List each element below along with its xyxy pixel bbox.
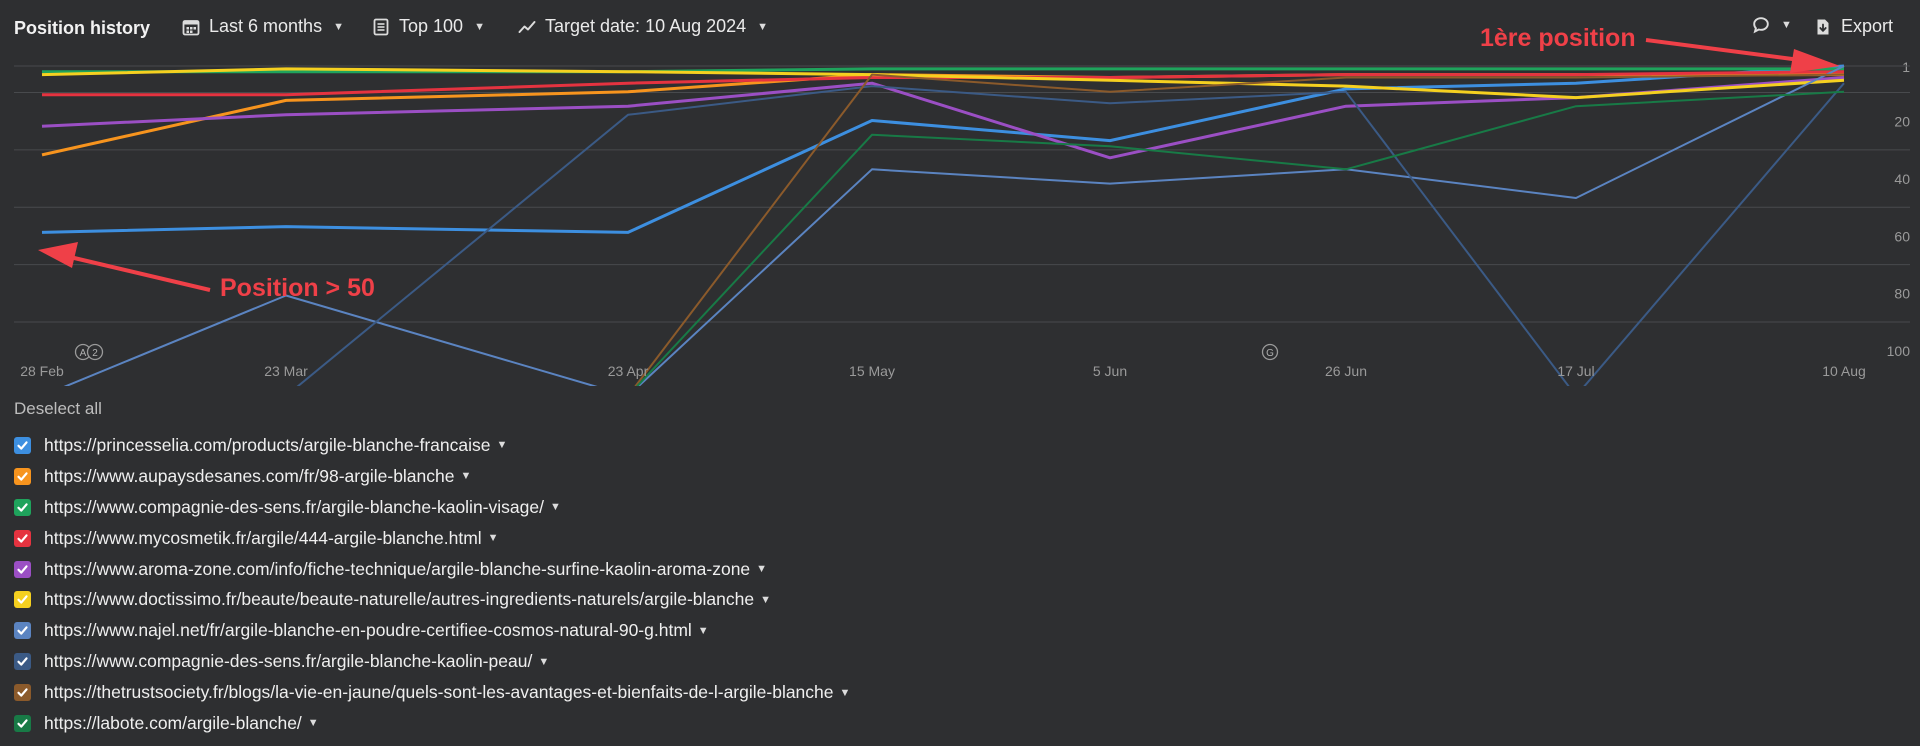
chart-svg: 1 20 40 60 80 100 28 Feb 23 Mar 23 Apr 15 May 5 Ju… [14, 59, 1911, 397]
check-icon [17, 626, 28, 635]
event-marker-label: 2 [92, 348, 98, 359]
chevron-down-icon: ▼ [474, 20, 485, 33]
check-icon [17, 503, 28, 512]
target-date-dropdown[interactable]: Target date: 10 Aug 2024 ▼ [518, 16, 768, 37]
x-tick-label: 10 Aug [1822, 363, 1866, 379]
series-checkbox[interactable] [14, 467, 31, 485]
legend-url[interactable]: https://www.doctissimo.fr/beaute/beaute-… [44, 589, 754, 610]
period-label: Last 6 months [209, 16, 323, 36]
series-checkbox[interactable] [14, 529, 31, 547]
chevron-down-icon[interactable]: ▼ [698, 625, 709, 637]
check-icon [17, 564, 28, 574]
legend-item[interactable]: https://www.najel.net/fr/argile-blanche-… [14, 615, 850, 646]
y-tick-label: 80 [1894, 286, 1910, 302]
legend-item[interactable]: https://www.compagnie-des-sens.fr/argile… [14, 646, 850, 677]
series-checkbox[interactable] [14, 591, 31, 609]
check-icon [17, 595, 28, 605]
legend-item[interactable]: https://www.doctissimo.fr/beaute/beaute-… [14, 584, 850, 615]
y-tick-label: 60 [1894, 228, 1910, 244]
chevron-down-icon[interactable]: ▼ [461, 470, 472, 482]
y-tick-label: 40 [1894, 171, 1910, 187]
chevron-down-icon[interactable]: ▼ [550, 501, 561, 513]
x-tick-label: 23 Mar [264, 363, 308, 379]
series-checkbox[interactable] [14, 684, 31, 702]
export-label: Export [1841, 16, 1894, 36]
page-title: Position history [14, 18, 151, 38]
table-icon [373, 18, 389, 35]
event-marker-label: A [80, 348, 87, 359]
comments-dropdown[interactable]: ▼ [1752, 16, 1792, 34]
chevron-down-icon[interactable]: ▼ [308, 717, 319, 729]
series-checkbox[interactable] [14, 653, 31, 671]
target-date-label: Target date: 10 Aug 2024 [545, 16, 747, 36]
export-button[interactable]: Export [1814, 16, 1893, 37]
check-icon [17, 688, 28, 697]
series-line [42, 90, 1845, 397]
deselect-all-link[interactable]: Deselect all [14, 399, 102, 419]
check-icon [17, 441, 28, 450]
check-icon [17, 719, 28, 728]
calendar-icon [182, 19, 200, 35]
x-tick-label: 23 Apr [608, 363, 649, 379]
chevron-down-icon[interactable]: ▼ [840, 687, 851, 699]
speech-bubble-icon [1753, 17, 1769, 34]
legend-url[interactable]: https://www.aroma-zone.com/info/fiche-te… [44, 559, 750, 580]
series-checkbox[interactable] [14, 436, 31, 454]
chevron-down-icon[interactable]: ▼ [760, 594, 771, 606]
chevron-down-icon: ▼ [333, 20, 344, 33]
chevron-down-icon[interactable]: ▼ [496, 439, 507, 451]
check-icon [17, 533, 28, 543]
legend-item[interactable]: https://princesselia.com/products/argile… [14, 430, 850, 461]
position-history-chart: 1 20 40 60 80 100 28 Feb 23 Mar 23 Apr 15 May 5 Ju… [0, 56, 1920, 397]
legend-item[interactable]: https://thetrustsociety.fr/blogs/la-vie-… [14, 677, 850, 708]
chevron-down-icon[interactable]: ▼ [756, 563, 767, 575]
series-line [42, 82, 1845, 397]
series-checkbox[interactable] [14, 560, 31, 578]
series-line [42, 73, 1845, 397]
x-tick-label: 26 Jun [1325, 363, 1367, 379]
series-checkbox[interactable] [14, 714, 31, 732]
x-tick-label: 28 Feb [20, 363, 64, 379]
period-dropdown[interactable]: Last 6 months ▼ [182, 16, 344, 37]
annotation-position-gt-50: Position > 50 [220, 274, 375, 302]
check-icon [17, 472, 28, 481]
x-tick-label: 17 Jul [1557, 363, 1594, 379]
series-checkbox[interactable] [14, 622, 31, 640]
legend-url[interactable]: https://www.aupaysdesanes.com/fr/98-argi… [44, 466, 455, 487]
legend-url[interactable]: https://labote.com/argile-blanche/ [44, 713, 302, 734]
top-dropdown[interactable]: Top 100 ▼ [372, 16, 485, 37]
legend-item[interactable]: https://labote.com/argile-blanche/ ▼ [14, 708, 850, 739]
legend-item[interactable]: https://www.aroma-zone.com/info/fiche-te… [14, 554, 850, 585]
chevron-down-icon[interactable]: ▼ [538, 656, 549, 668]
event-marker-label: G [1266, 348, 1274, 359]
legend-item[interactable]: https://www.aupaysdesanes.com/fr/98-argi… [14, 461, 850, 492]
legend-url[interactable]: https://thetrustsociety.fr/blogs/la-vie-… [44, 682, 834, 703]
chevron-down-icon[interactable]: ▼ [488, 532, 499, 544]
annotation-first-position: 1ère position [1480, 24, 1636, 52]
series-checkbox[interactable] [14, 498, 31, 516]
legend-url[interactable]: https://princesselia.com/products/argile… [44, 435, 490, 456]
chevron-down-icon: ▼ [757, 20, 769, 33]
y-tick-label: 1 [1902, 59, 1910, 75]
trend-line-icon [518, 20, 536, 33]
legend-url[interactable]: https://www.najel.net/fr/argile-blanche-… [44, 620, 692, 641]
legend-url[interactable]: https://www.compagnie-des-sens.fr/argile… [44, 497, 544, 518]
legend-url[interactable]: https://www.compagnie-des-sens.fr/argile… [44, 651, 532, 672]
legend-url[interactable]: https://www.mycosmetik.fr/argile/444-arg… [44, 528, 482, 549]
legend-item[interactable]: https://www.compagnie-des-sens.fr/argile… [14, 492, 850, 523]
check-icon [17, 657, 28, 666]
y-tick-label: 100 [1887, 343, 1911, 359]
x-tick-label: 5 Jun [1093, 363, 1127, 379]
top-label: Top 100 [399, 16, 464, 36]
x-tick-label: 15 May [849, 363, 895, 379]
series-legend: https://princesselia.com/products/argile… [14, 430, 850, 739]
y-tick-label: 20 [1894, 114, 1910, 130]
series-line [41, 76, 1845, 160]
download-icon [1817, 19, 1829, 34]
chevron-down-icon: ▼ [1781, 19, 1792, 31]
legend-item[interactable]: https://www.mycosmetik.fr/argile/444-arg… [14, 523, 850, 554]
